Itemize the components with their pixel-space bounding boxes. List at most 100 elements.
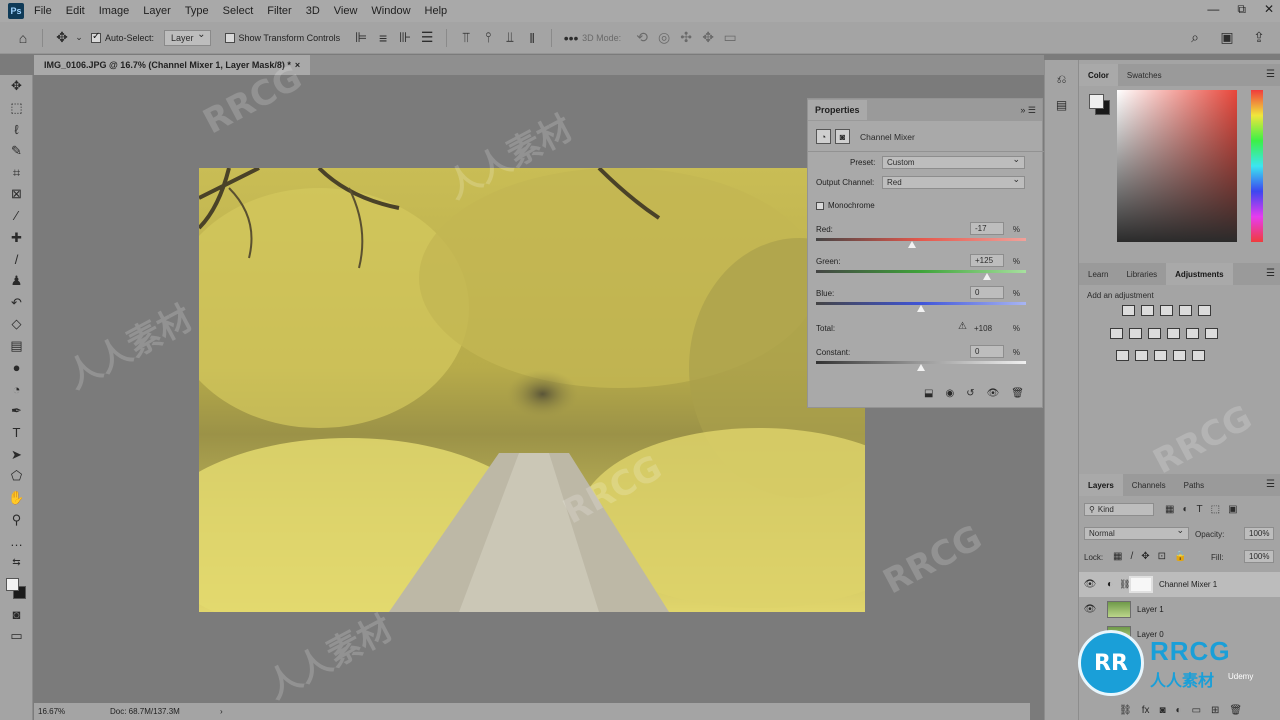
link-icon[interactable]: ⛓ (1119, 579, 1130, 590)
filter-type-icon[interactable]: T (1197, 504, 1203, 515)
distribute-vertical-icon[interactable]: ‖ (521, 30, 543, 46)
hand-tool-icon[interactable]: ✋ (0, 487, 33, 509)
tab-swatches[interactable]: Swatches (1118, 64, 1171, 86)
roll-3d-icon[interactable]: ◎ (653, 29, 675, 46)
menu-file[interactable]: File (34, 5, 52, 17)
tab-paths[interactable]: Paths (1175, 474, 1213, 496)
scale-3d-icon[interactable]: ▭ (719, 29, 741, 46)
more-options-icon[interactable]: ••• (560, 30, 582, 46)
delete-layer-icon[interactable]: 🗑 (1229, 705, 1242, 716)
blur-tool-icon[interactable]: ● (0, 357, 33, 379)
pan-3d-icon[interactable]: ✣ (675, 29, 697, 46)
panel-menu-icon[interactable]: ☰ (1266, 268, 1275, 279)
new-adjustment-icon[interactable]: ◐ (1176, 705, 1182, 716)
layer-name[interactable]: Channel Mixer 1 (1159, 580, 1217, 589)
red-slider-track[interactable] (816, 238, 1026, 241)
healing-brush-icon[interactable]: ✚ (0, 227, 33, 249)
vibrance-icon[interactable] (1198, 305, 1211, 316)
red-slider-thumb[interactable] (908, 241, 917, 248)
selective-color-icon[interactable] (1173, 350, 1186, 361)
blue-value-field[interactable]: 0 (970, 286, 1004, 299)
panel-menu-icon[interactable]: » ☰ (1020, 105, 1036, 116)
distribute-icon[interactable]: ☰ (416, 29, 438, 46)
posterize-icon[interactable] (1135, 350, 1148, 361)
filter-adjustment-icon[interactable]: ◐ (1182, 504, 1188, 515)
gradient-tool-icon[interactable]: ▤ (0, 335, 33, 357)
type-tool-icon[interactable]: T (0, 422, 33, 444)
more-tools-icon[interactable]: … (0, 530, 33, 552)
eyedropper-tool-icon[interactable]: ⁄ (0, 205, 33, 227)
marquee-tool-icon[interactable]: ⬚ (0, 97, 33, 119)
move-tool-icon[interactable]: ✥ (0, 75, 33, 97)
visibility-icon[interactable]: 👁 (987, 388, 1000, 399)
threshold-icon[interactable] (1154, 350, 1167, 361)
green-value-field[interactable]: +125 (970, 254, 1004, 267)
frame-tool-icon[interactable]: ⊠ (0, 183, 33, 205)
tab-color[interactable]: Color (1079, 64, 1118, 86)
preset-dropdown[interactable]: Custom (882, 154, 1025, 169)
blue-slider-thumb[interactable] (917, 305, 925, 312)
lock-position-icon[interactable]: ✥ (1141, 551, 1149, 562)
lock-all-icon[interactable]: 🔒 (1174, 551, 1186, 562)
move-tool-icon[interactable]: ✥ (51, 29, 73, 46)
monochrome-toggle[interactable]: Monochrome (816, 201, 875, 210)
share-icon[interactable]: ⇪ (1248, 29, 1270, 46)
tab-adjustments[interactable]: Adjustments (1166, 263, 1233, 285)
auto-select-checkbox[interactable] (91, 31, 101, 43)
shape-tool-icon[interactable]: ⬠ (0, 465, 33, 487)
menu-window[interactable]: Window (371, 5, 410, 17)
brightness-contrast-icon[interactable] (1122, 305, 1135, 316)
blend-mode-dropdown[interactable]: Normal (1084, 525, 1189, 540)
eraser-tool-icon[interactable]: ◇ (0, 314, 33, 336)
menu-filter[interactable]: Filter (267, 5, 291, 17)
swap-colors-icon[interactable]: ⇆ (0, 552, 33, 574)
transform-controls-toggle[interactable]: Show Transform Controls (224, 32, 340, 43)
color-balance-icon[interactable] (1129, 328, 1142, 339)
layer-comps-icon[interactable]: ▤ (1053, 98, 1071, 116)
lock-artboard-icon[interactable]: ⊡ (1158, 551, 1166, 562)
screen-mode-icon[interactable]: ▭ (0, 626, 33, 648)
constant-value-field[interactable]: 0 (970, 345, 1004, 358)
hue-slider[interactable] (1251, 90, 1263, 242)
auto-select-dropdown[interactable]: Layer (164, 29, 211, 46)
menu-image[interactable]: Image (99, 5, 130, 17)
layer-row-layer-1[interactable]: 👁 Layer 1 (1079, 597, 1280, 622)
minimize-button[interactable]: — (1207, 2, 1219, 17)
align-right-icon[interactable]: ⊪ (394, 29, 416, 46)
constant-slider-thumb[interactable] (917, 364, 925, 371)
new-group-icon[interactable]: ▭ (1192, 705, 1201, 716)
panel-menu-icon[interactable]: ☰ (1266, 479, 1275, 490)
layer-mask-thumbnail[interactable] (1129, 576, 1153, 593)
lock-transparent-icon[interactable]: ▦ (1113, 551, 1122, 562)
delete-icon[interactable]: 🗑 (1011, 388, 1024, 399)
document-tab[interactable]: IMG_0106.JPG @ 16.7% (Channel Mixer 1, L… (34, 55, 311, 75)
new-layer-icon[interactable]: ⊞ (1211, 705, 1219, 716)
filter-shape-icon[interactable]: ⬚ (1211, 504, 1220, 515)
color-field[interactable] (1117, 90, 1237, 242)
search-icon[interactable]: ⌕ (1184, 29, 1206, 46)
layer-filter-kind[interactable]: ⚲ Kind (1084, 503, 1154, 516)
view-previous-icon[interactable]: ◉ (945, 388, 954, 399)
black-white-icon[interactable] (1148, 328, 1161, 339)
auto-select-toggle[interactable]: Auto-Select: (91, 31, 154, 43)
menu-select[interactable]: Select (223, 5, 254, 17)
tab-layers[interactable]: Layers (1079, 474, 1123, 496)
document-image[interactable] (199, 168, 865, 612)
fx-icon[interactable]: fx (1142, 705, 1150, 716)
menu-edit[interactable]: Edit (66, 5, 85, 17)
exposure-icon[interactable] (1179, 305, 1192, 316)
menu-type[interactable]: Type (185, 5, 209, 17)
menu-3d[interactable]: 3D (306, 5, 320, 17)
close-window-button[interactable]: ✕ (1264, 2, 1274, 17)
align-bottom-icon[interactable]: ⫫ (499, 29, 521, 46)
align-middle-icon[interactable]: ⫯ (477, 29, 499, 46)
opacity-field[interactable]: 100% (1244, 527, 1274, 540)
slide-3d-icon[interactable]: ✥ (697, 29, 719, 46)
visibility-eye-icon[interactable]: 👁 (1079, 579, 1101, 590)
add-mask-icon[interactable]: ◙ (1159, 705, 1165, 716)
quick-mask-icon[interactable]: ◙ (0, 604, 33, 626)
history-panel-icon[interactable]: ⎌ (1053, 72, 1071, 90)
reset-icon[interactable]: ↺ (966, 388, 974, 399)
filter-pixel-icon[interactable]: ▦ (1165, 504, 1174, 515)
tab-channels[interactable]: Channels (1123, 474, 1175, 496)
